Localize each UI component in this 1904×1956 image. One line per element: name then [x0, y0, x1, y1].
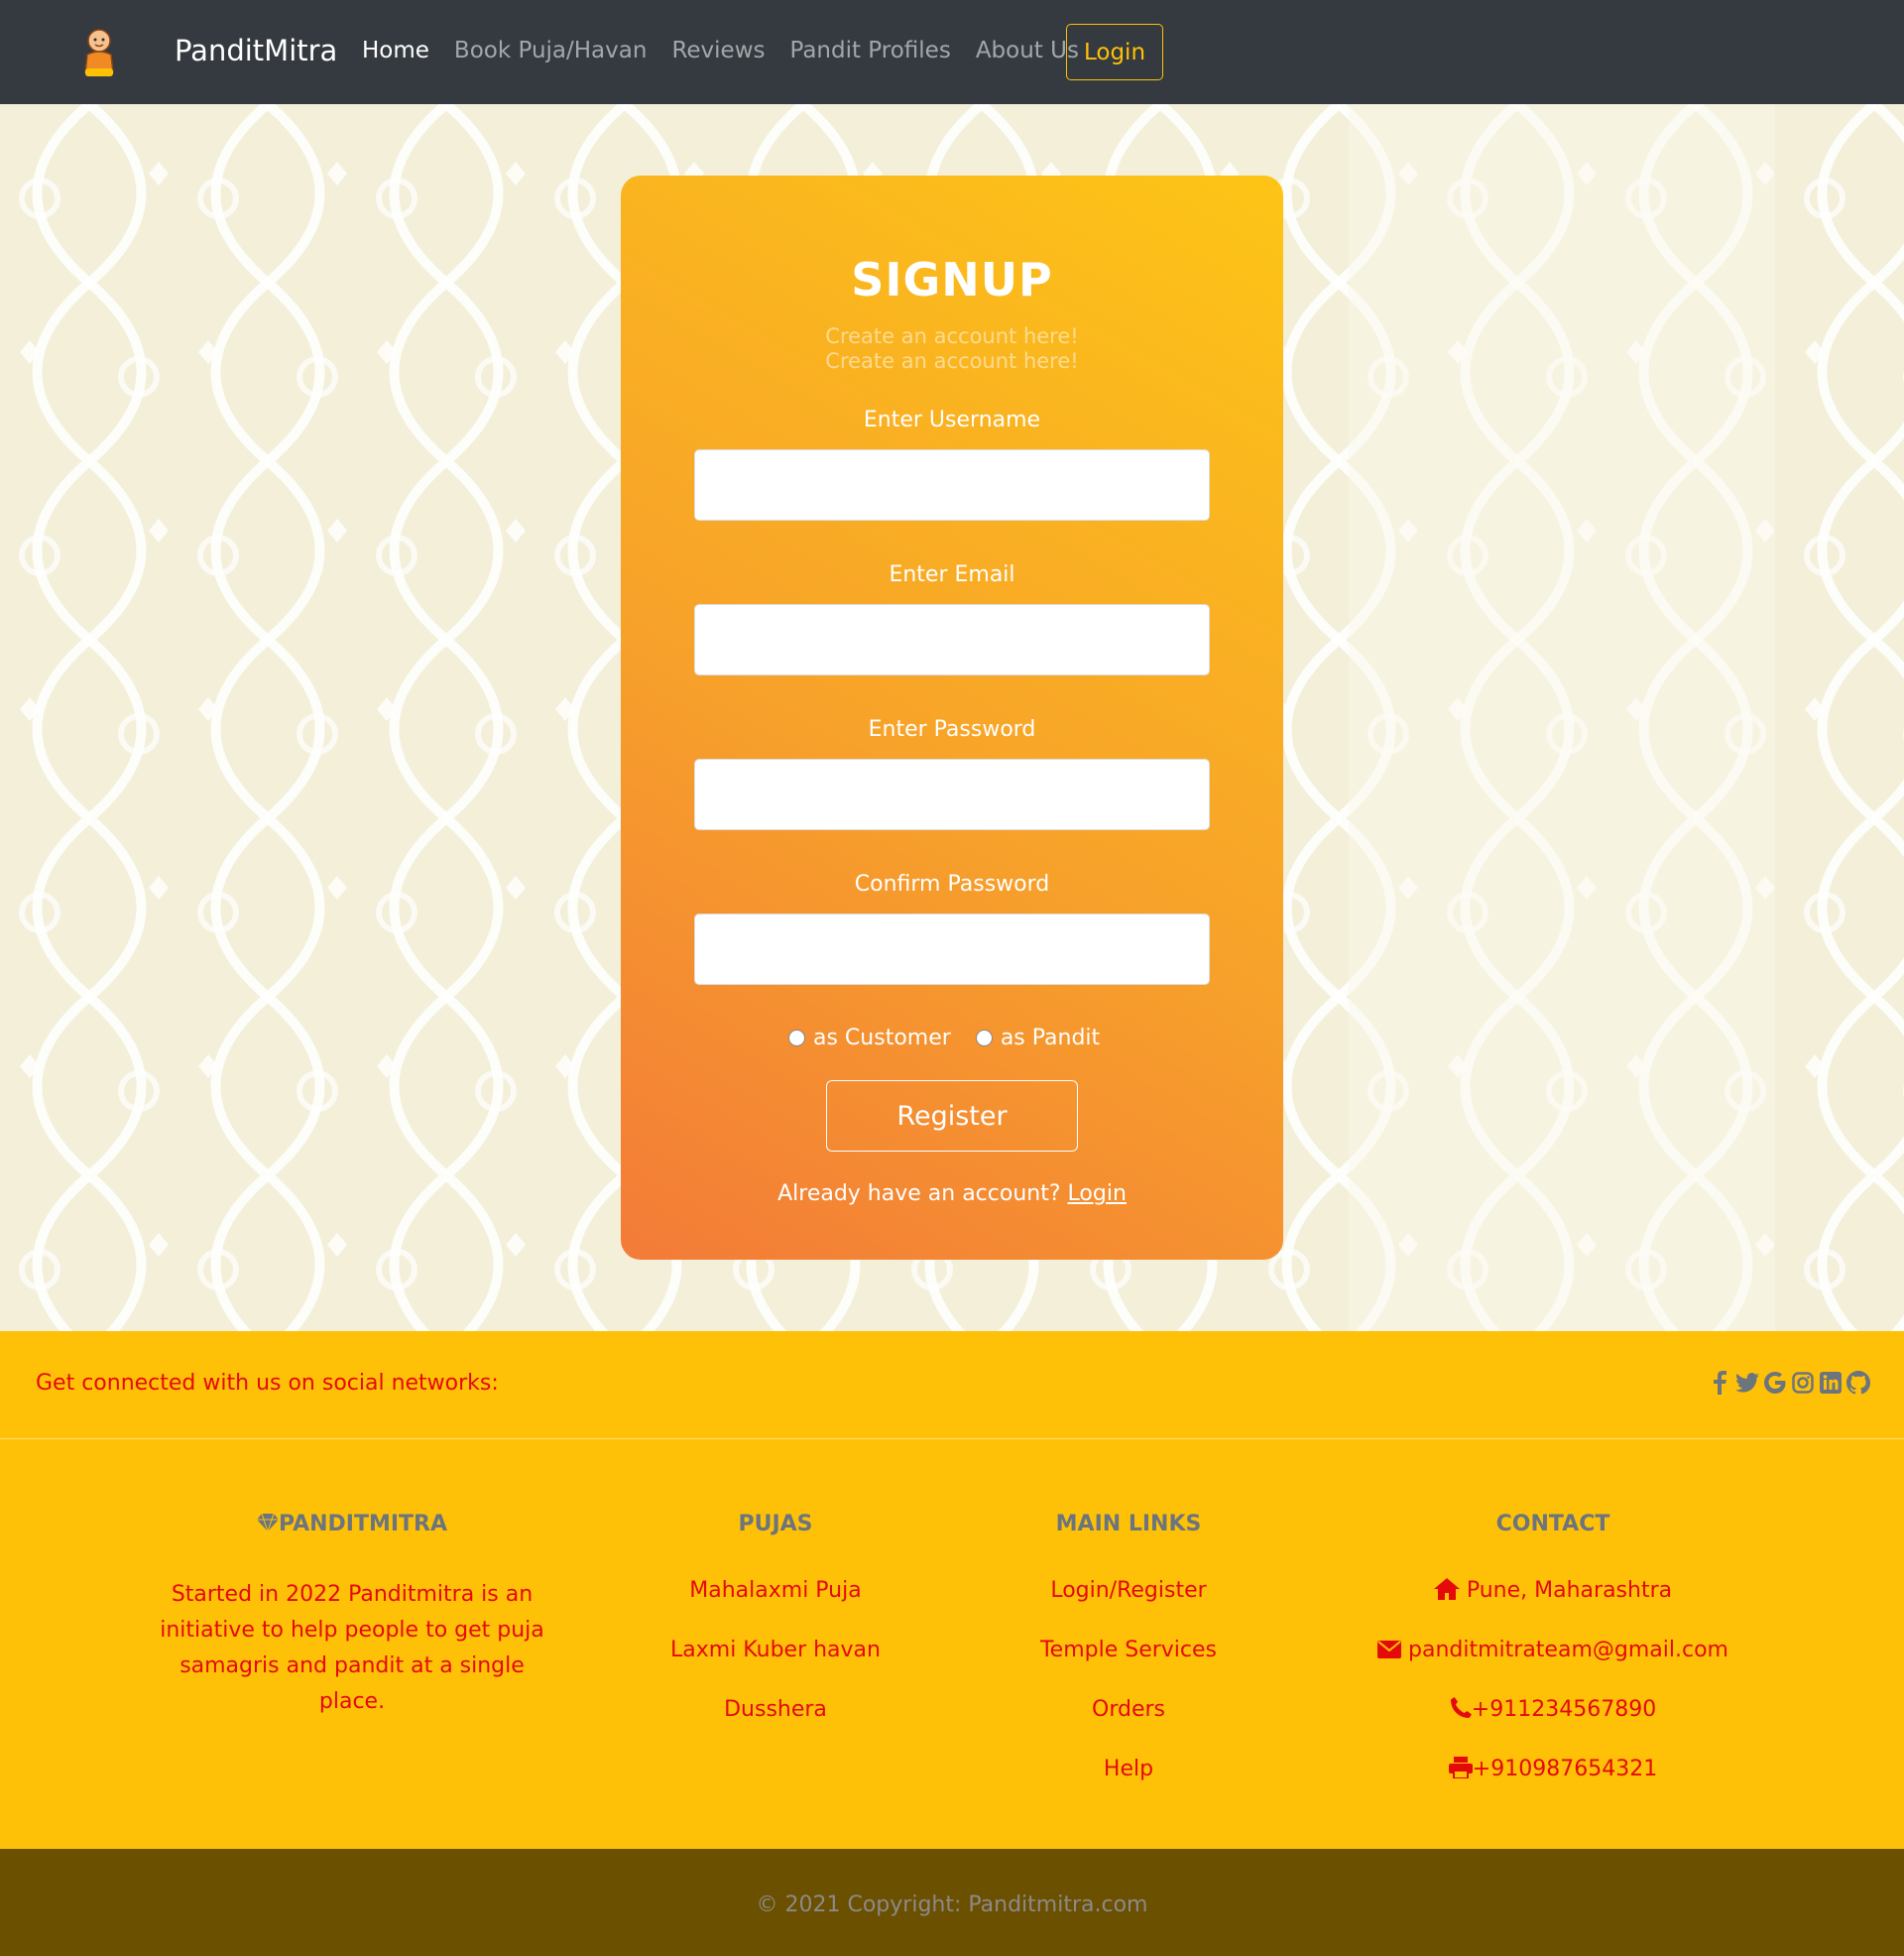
footer-contact-fax: +910987654321 — [1355, 1757, 1751, 1784]
gem-icon — [256, 1513, 279, 1537]
footer-puja-item[interactable]: Laxmi Kuber havan — [627, 1638, 924, 1662]
navbar: PanditMitra Home Book Puja/Havan Reviews… — [0, 0, 1904, 104]
footer-contact-title: CONTACT — [1495, 1512, 1610, 1536]
instagram-icon[interactable] — [1791, 1369, 1815, 1397]
nav-link-reviews[interactable]: Reviews — [671, 38, 765, 63]
footer-pujas-title: PUJAS — [738, 1512, 813, 1536]
printer-icon — [1448, 1757, 1473, 1784]
phone-icon — [1450, 1697, 1472, 1725]
footer-main-links-title: MAIN LINKS — [1055, 1512, 1202, 1536]
signup-subtitle: Create an account here! — [825, 324, 1079, 348]
customer-radio-label[interactable]: as Customer — [813, 1026, 951, 1050]
footer-puja-item[interactable]: Dusshera — [627, 1697, 924, 1722]
login-link[interactable]: Login — [1068, 1181, 1127, 1206]
password-input[interactable] — [694, 759, 1210, 830]
nav-link-pandit-profiles[interactable]: Pandit Profiles — [789, 38, 950, 63]
footer-brand-text: Started in 2022 Panditmitra is an initia… — [160, 1582, 544, 1714]
nav-links: Home Book Puja/Havan Reviews Pandit Prof… — [362, 38, 1104, 63]
username-label: Enter Username — [863, 408, 1041, 432]
confirm-password-input[interactable] — [694, 914, 1210, 985]
footer-link-item[interactable]: Temple Services — [980, 1638, 1277, 1662]
footer-contact-address: Pune, Maharashtra — [1355, 1578, 1751, 1606]
nav-link-home[interactable]: Home — [362, 38, 429, 63]
signup-subtitle-repeat: Create an account here! — [825, 349, 1079, 373]
pandit-radio-label[interactable]: as Pandit — [1001, 1026, 1100, 1050]
footer-brand-title: PANDITMITRA — [198, 1512, 506, 1537]
social-text: Get connected with us on social networks… — [36, 1371, 499, 1396]
confirm-password-label: Confirm Password — [854, 872, 1050, 897]
footer-puja-item[interactable]: Mahalaxmi Puja — [627, 1578, 924, 1603]
already-account-label: Already have an account? — [777, 1181, 1061, 1206]
footer-brand-title-text: PANDITMITRA — [278, 1512, 448, 1536]
home-icon — [1433, 1578, 1460, 1606]
register-button[interactable]: Register — [826, 1080, 1078, 1152]
nav-login-button[interactable]: Login — [1066, 24, 1163, 80]
email-label: Enter Email — [889, 562, 1015, 587]
customer-radio[interactable] — [788, 1030, 805, 1046]
copyright-text: © 2021 Copyright: Panditmitra.com — [756, 1893, 1148, 1917]
footer-social-bar: Get connected with us on social networks… — [0, 1331, 1904, 1439]
contact-address-text: Pune, Maharashtra — [1466, 1578, 1673, 1603]
footer-link-item[interactable]: Login/Register — [980, 1578, 1277, 1603]
github-icon[interactable] — [1846, 1369, 1870, 1397]
facebook-icon[interactable] — [1708, 1369, 1731, 1397]
brand-name[interactable]: PanditMitra — [175, 34, 337, 67]
footer-contact-email[interactable]: panditmitrateam@gmail.com — [1355, 1638, 1751, 1664]
role-radio-group: as Customer as Pandit — [788, 1026, 1125, 1050]
contact-fax-text: +910987654321 — [1472, 1757, 1658, 1781]
contact-phone-text[interactable]: +911234567890 — [1472, 1697, 1656, 1722]
footer-link-item[interactable]: Orders — [980, 1697, 1277, 1722]
already-account-text: Already have an account? Login — [0, 1181, 1904, 1206]
password-label: Enter Password — [868, 717, 1036, 742]
footer-main: PANDITMITRA Started in 2022 Panditmitra … — [0, 1439, 1904, 1849]
nav-link-book-puja[interactable]: Book Puja/Havan — [454, 38, 648, 63]
brand-logo[interactable] — [77, 25, 121, 78]
pandit-radio[interactable] — [975, 1030, 993, 1046]
google-icon[interactable] — [1763, 1369, 1787, 1397]
contact-email-text[interactable]: panditmitrateam@gmail.com — [1408, 1638, 1728, 1662]
email-input[interactable] — [694, 604, 1210, 675]
footer-contact-phone[interactable]: +911234567890 — [1355, 1697, 1751, 1725]
footer-link-item[interactable]: Help — [980, 1757, 1277, 1781]
username-input[interactable] — [694, 449, 1210, 521]
envelope-icon — [1377, 1640, 1402, 1664]
signup-title: SIGNUP — [851, 253, 1053, 306]
social-icons — [1708, 1369, 1870, 1397]
nav-link-about-us[interactable]: About Us — [976, 38, 1079, 63]
linkedin-icon[interactable] — [1819, 1369, 1843, 1397]
twitter-icon[interactable] — [1735, 1369, 1759, 1397]
